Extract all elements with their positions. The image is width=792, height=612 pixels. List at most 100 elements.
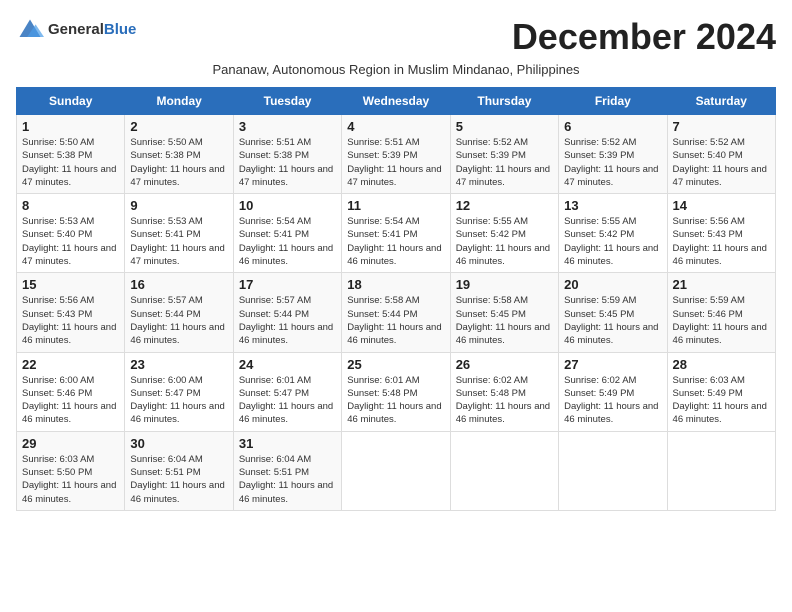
day-number: 16 [130,277,227,292]
week-row-4: 22 Sunrise: 6:00 AM Sunset: 5:46 PM Dayli… [17,352,776,431]
day-number: 12 [456,198,553,213]
day-cell [559,431,667,510]
day-info: Sunrise: 5:50 AM Sunset: 5:38 PM Dayligh… [130,136,227,189]
day-number: 10 [239,198,336,213]
day-number: 27 [564,357,661,372]
day-info: Sunrise: 6:00 AM Sunset: 5:46 PM Dayligh… [22,374,119,427]
day-number: 30 [130,436,227,451]
day-cell: 10 Sunrise: 5:54 AM Sunset: 5:41 PM Dayli… [233,194,341,273]
day-cell: 13 Sunrise: 5:55 AM Sunset: 5:42 PM Dayli… [559,194,667,273]
day-info: Sunrise: 5:56 AM Sunset: 5:43 PM Dayligh… [673,215,770,268]
day-cell: 23 Sunrise: 6:00 AM Sunset: 5:47 PM Dayli… [125,352,233,431]
header: GeneralBlue December 2024 [16,16,776,58]
day-cell: 14Sunrise: 5:56 AM Sunset: 5:43 PM Dayli… [667,194,775,273]
day-cell: 20Sunrise: 5:59 AM Sunset: 5:45 PM Dayli… [559,273,667,352]
logo-general: General [48,21,104,38]
week-row-3: 15 Sunrise: 5:56 AM Sunset: 5:43 PM Dayli… [17,273,776,352]
day-number: 11 [347,198,444,213]
day-info: Sunrise: 5:57 AM Sunset: 5:44 PM Dayligh… [130,294,227,347]
day-header-tuesday: Tuesday [233,88,341,115]
day-header-monday: Monday [125,88,233,115]
day-number: 9 [130,198,227,213]
day-cell: 9 Sunrise: 5:53 AM Sunset: 5:41 PM Daylig… [125,194,233,273]
logo: GeneralBlue [16,16,136,44]
day-cell: 16 Sunrise: 5:57 AM Sunset: 5:44 PM Dayli… [125,273,233,352]
day-cell [450,431,558,510]
day-info: Sunrise: 5:55 AM Sunset: 5:42 PM Dayligh… [564,215,661,268]
day-cell: 4 Sunrise: 5:51 AM Sunset: 5:39 PM Daylig… [342,115,450,194]
day-cell: 22 Sunrise: 6:00 AM Sunset: 5:46 PM Dayli… [17,352,125,431]
day-info: Sunrise: 6:03 AM Sunset: 5:49 PM Dayligh… [673,374,770,427]
day-cell: 26 Sunrise: 6:02 AM Sunset: 5:48 PM Dayli… [450,352,558,431]
day-number: 22 [22,357,119,372]
day-number: 4 [347,119,444,134]
day-info: Sunrise: 5:53 AM Sunset: 5:40 PM Dayligh… [22,215,119,268]
month-title: December 2024 [512,16,776,58]
day-info: Sunrise: 5:54 AM Sunset: 5:41 PM Dayligh… [239,215,336,268]
logo-icon [16,16,44,44]
week-row-5: 29Sunrise: 6:03 AM Sunset: 5:50 PM Dayli… [17,431,776,510]
day-info: Sunrise: 5:53 AM Sunset: 5:41 PM Dayligh… [130,215,227,268]
day-number: 28 [673,357,770,372]
day-cell: 5 Sunrise: 5:52 AM Sunset: 5:39 PM Daylig… [450,115,558,194]
day-number: 23 [130,357,227,372]
day-info: Sunrise: 5:56 AM Sunset: 5:43 PM Dayligh… [22,294,119,347]
day-number: 13 [564,198,661,213]
day-number: 3 [239,119,336,134]
day-cell: 18Sunrise: 5:58 AM Sunset: 5:44 PM Dayli… [342,273,450,352]
day-number: 8 [22,198,119,213]
day-info: Sunrise: 5:52 AM Sunset: 5:39 PM Dayligh… [456,136,553,189]
day-cell: 28 Sunrise: 6:03 AM Sunset: 5:49 PM Dayli… [667,352,775,431]
day-number: 31 [239,436,336,451]
day-info: Sunrise: 5:51 AM Sunset: 5:38 PM Dayligh… [239,136,336,189]
day-number: 15 [22,277,119,292]
day-info: Sunrise: 6:02 AM Sunset: 5:48 PM Dayligh… [456,374,553,427]
day-info: Sunrise: 6:02 AM Sunset: 5:49 PM Dayligh… [564,374,661,427]
day-cell: 19Sunrise: 5:58 AM Sunset: 5:45 PM Dayli… [450,273,558,352]
day-header-wednesday: Wednesday [342,88,450,115]
day-cell: 2 Sunrise: 5:50 AM Sunset: 5:38 PM Daylig… [125,115,233,194]
day-number: 29 [22,436,119,451]
subtitle: Pananaw, Autonomous Region in Muslim Min… [16,62,776,77]
header-row: SundayMondayTuesdayWednesdayThursdayFrid… [17,88,776,115]
day-number: 24 [239,357,336,372]
calendar-table: SundayMondayTuesdayWednesdayThursdayFrid… [16,87,776,511]
day-info: Sunrise: 5:50 AM Sunset: 5:38 PM Dayligh… [22,136,119,189]
day-cell: 31 Sunrise: 6:04 AM Sunset: 5:51 PM Dayli… [233,431,341,510]
day-header-saturday: Saturday [667,88,775,115]
day-cell: 17Sunrise: 5:57 AM Sunset: 5:44 PM Dayli… [233,273,341,352]
day-number: 26 [456,357,553,372]
day-info: Sunrise: 6:04 AM Sunset: 5:51 PM Dayligh… [239,453,336,506]
day-cell: 12Sunrise: 5:55 AM Sunset: 5:42 PM Dayli… [450,194,558,273]
day-cell: 29Sunrise: 6:03 AM Sunset: 5:50 PM Dayli… [17,431,125,510]
day-cell: 6Sunrise: 5:52 AM Sunset: 5:39 PM Daylig… [559,115,667,194]
day-cell: 3 Sunrise: 5:51 AM Sunset: 5:38 PM Daylig… [233,115,341,194]
day-info: Sunrise: 5:52 AM Sunset: 5:39 PM Dayligh… [564,136,661,189]
day-cell: 7 Sunrise: 5:52 AM Sunset: 5:40 PM Daylig… [667,115,775,194]
day-number: 7 [673,119,770,134]
day-number: 1 [22,119,119,134]
day-info: Sunrise: 6:01 AM Sunset: 5:47 PM Dayligh… [239,374,336,427]
day-cell: 24 Sunrise: 6:01 AM Sunset: 5:47 PM Dayli… [233,352,341,431]
day-cell [342,431,450,510]
day-cell [667,431,775,510]
day-header-friday: Friday [559,88,667,115]
day-info: Sunrise: 5:59 AM Sunset: 5:45 PM Dayligh… [564,294,661,347]
day-number: 19 [456,277,553,292]
day-number: 21 [673,277,770,292]
day-number: 18 [347,277,444,292]
day-info: Sunrise: 6:04 AM Sunset: 5:51 PM Dayligh… [130,453,227,506]
day-cell: 27 Sunrise: 6:02 AM Sunset: 5:49 PM Dayli… [559,352,667,431]
day-number: 2 [130,119,227,134]
day-info: Sunrise: 5:51 AM Sunset: 5:39 PM Dayligh… [347,136,444,189]
day-info: Sunrise: 5:52 AM Sunset: 5:40 PM Dayligh… [673,136,770,189]
day-info: Sunrise: 6:01 AM Sunset: 5:48 PM Dayligh… [347,374,444,427]
day-cell: 25Sunrise: 6:01 AM Sunset: 5:48 PM Dayli… [342,352,450,431]
day-cell: 15 Sunrise: 5:56 AM Sunset: 5:43 PM Dayli… [17,273,125,352]
day-info: Sunrise: 5:59 AM Sunset: 5:46 PM Dayligh… [673,294,770,347]
day-info: Sunrise: 6:00 AM Sunset: 5:47 PM Dayligh… [130,374,227,427]
day-header-thursday: Thursday [450,88,558,115]
day-number: 5 [456,119,553,134]
day-cell: 8 Sunrise: 5:53 AM Sunset: 5:40 PM Daylig… [17,194,125,273]
week-row-2: 8 Sunrise: 5:53 AM Sunset: 5:40 PM Daylig… [17,194,776,273]
